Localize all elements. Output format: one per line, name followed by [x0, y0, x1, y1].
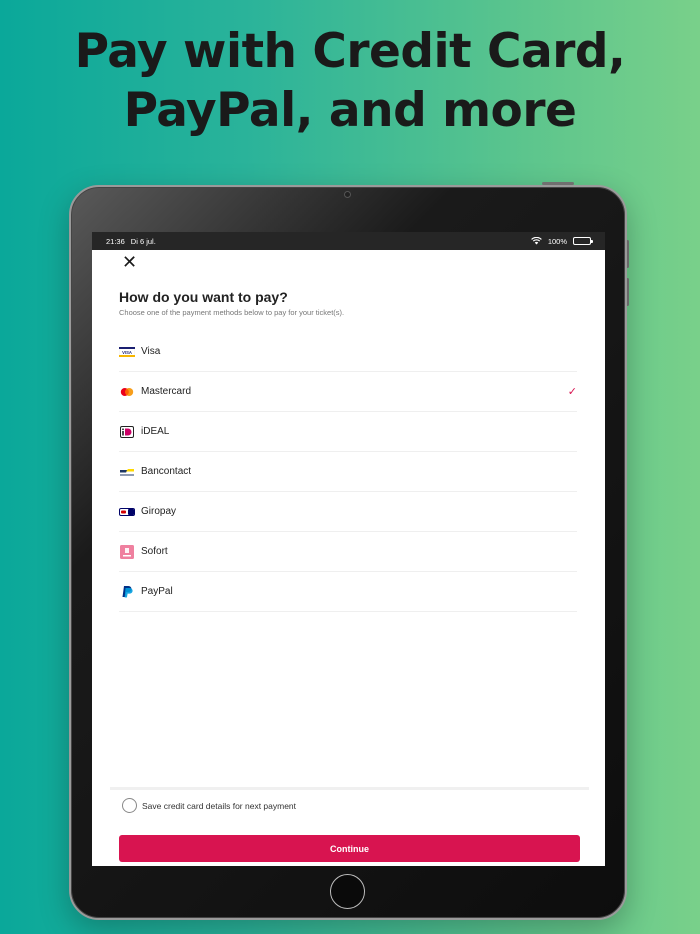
payment-method-mastercard[interactable]: Mastercard ✓ — [119, 372, 577, 412]
battery-icon — [573, 237, 593, 245]
camera-icon — [344, 191, 351, 198]
headline: Pay with Credit Card, PayPal, and more — [0, 22, 700, 140]
page-subtitle: Choose one of the payment methods below … — [119, 308, 345, 317]
payment-method-label: Bancontact — [141, 466, 192, 477]
page-title: How do you want to pay? — [119, 289, 288, 305]
paypal-icon — [119, 586, 135, 598]
checkmark-icon: ✓ — [567, 386, 577, 398]
mastercard-icon — [119, 386, 135, 398]
save-card-label: Save credit card details for next paymen… — [142, 800, 297, 811]
sofort-icon — [119, 544, 135, 559]
status-bar: 21:36 Di 6 jul. 100% — [92, 232, 605, 250]
payment-method-sofort[interactable]: Sofort — [119, 532, 577, 572]
save-card-radio[interactable] — [122, 798, 137, 813]
battery-percent: 100% — [547, 236, 567, 246]
payment-method-bancontact[interactable]: Bancontact — [119, 452, 577, 492]
payment-method-label: PayPal — [141, 586, 173, 597]
status-date: Di 6 jul. — [130, 236, 156, 246]
bancontact-icon — [119, 466, 135, 478]
headline-line-1: Pay with Credit Card, — [74, 24, 626, 79]
save-card-option[interactable]: Save credit card details for next paymen… — [122, 798, 296, 813]
app-screen: 21:36 Di 6 jul. 100% ✕ How do you want t… — [92, 232, 605, 866]
payment-method-label: iDEAL — [141, 426, 170, 437]
payment-method-giropay[interactable]: Giropay — [119, 492, 577, 532]
payment-method-ideal[interactable]: iDEAL — [119, 412, 577, 452]
payment-method-label: Mastercard — [141, 386, 192, 397]
giropay-icon — [119, 506, 135, 518]
status-right: 100% — [530, 236, 593, 246]
close-button[interactable]: ✕ — [122, 254, 137, 272]
svg-text:VISA: VISA — [122, 350, 132, 355]
wifi-icon — [530, 237, 542, 245]
home-button[interactable] — [330, 874, 365, 909]
payment-method-visa[interactable]: VISA Visa — [119, 332, 577, 372]
payment-method-label: Giropay — [141, 506, 177, 517]
visa-icon: VISA — [119, 346, 135, 358]
ideal-icon — [119, 425, 135, 438]
section-divider — [110, 787, 589, 790]
status-time: 21:36 — [106, 236, 125, 246]
headline-line-2: PayPal, and more — [123, 83, 577, 138]
payment-method-label: Visa — [141, 346, 161, 357]
payment-method-label: Sofort — [141, 546, 168, 557]
payment-method-paypal[interactable]: PayPal — [119, 572, 577, 612]
continue-button[interactable]: Continue — [119, 835, 580, 862]
payment-method-list: VISA Visa Mastercard ✓ iDEAL Bancontact … — [119, 332, 577, 612]
close-icon: ✕ — [122, 252, 138, 273]
